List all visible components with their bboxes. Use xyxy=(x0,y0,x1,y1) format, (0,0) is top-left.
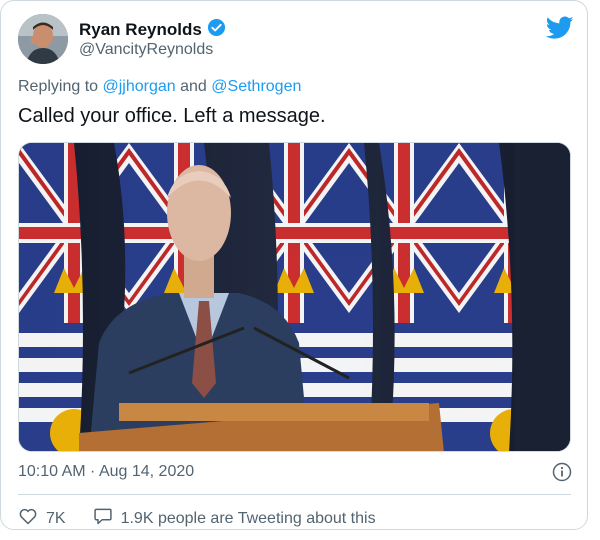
tweet-timestamp[interactable]: 10:10 AM · Aug 14, 2020 xyxy=(18,463,194,481)
reply-context: Replying to @jjhorgan and @Sethrogen xyxy=(18,78,301,96)
display-name-row[interactable]: Ryan Reynolds xyxy=(79,18,226,42)
display-name[interactable]: Ryan Reynolds xyxy=(79,20,202,40)
reply-and: and xyxy=(180,78,207,95)
tweet-text: Called your office. Left a message. xyxy=(18,105,326,127)
like-count: 7K xyxy=(46,509,66,527)
divider xyxy=(18,494,571,495)
conversation-text: 1.9K people are Tweeting about this xyxy=(120,509,376,527)
speech-bubble-icon xyxy=(93,506,113,531)
verified-badge-icon xyxy=(207,18,226,42)
conversation-link[interactable]: 1.9K people are Tweeting about this xyxy=(93,506,376,531)
tweet-actions: 7K 1.9K people are Tweeting about this xyxy=(18,506,376,531)
tweet-card: Ryan Reynolds @VancityReynolds Replying … xyxy=(0,0,588,530)
heart-icon xyxy=(18,506,38,531)
avatar[interactable] xyxy=(18,14,68,64)
user-handle[interactable]: @VancityReynolds xyxy=(79,41,213,59)
twitter-bird-icon[interactable] xyxy=(545,16,574,40)
tweet-media[interactable] xyxy=(18,142,571,452)
reply-user-link-2[interactable]: @Sethrogen xyxy=(211,78,301,95)
reply-user-link-1[interactable]: @jjhorgan xyxy=(103,78,176,95)
media-image xyxy=(19,143,570,451)
like-button[interactable]: 7K xyxy=(18,506,66,531)
reply-prefix: Replying to xyxy=(18,78,99,95)
info-icon[interactable] xyxy=(552,462,572,482)
